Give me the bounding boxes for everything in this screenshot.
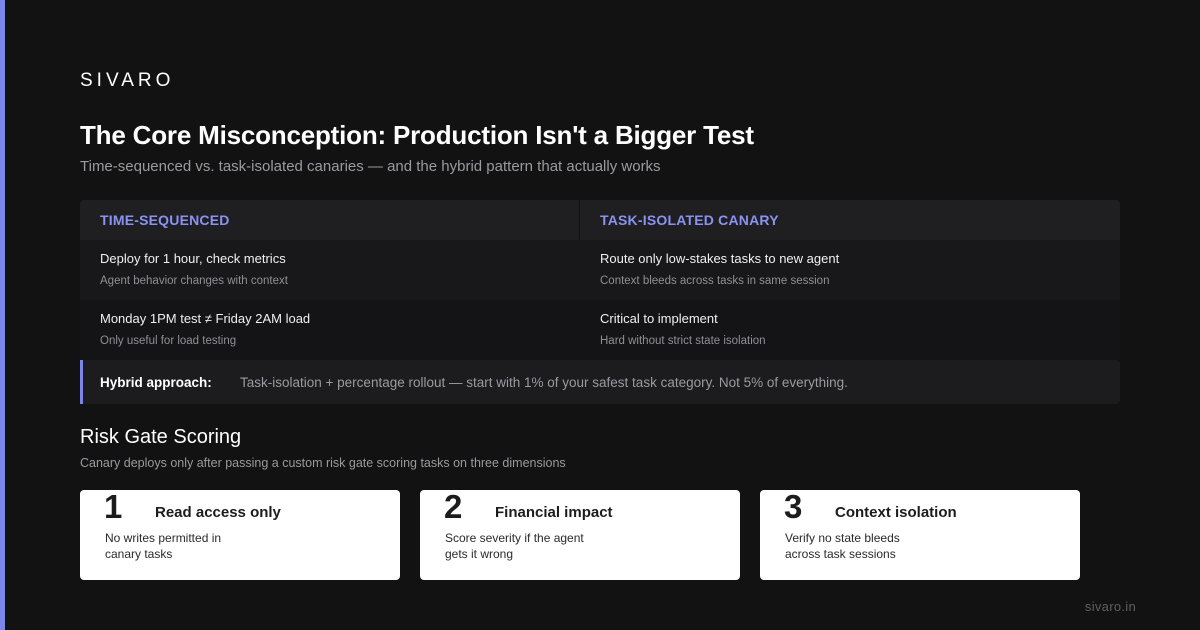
card-description: Score severity if the agent gets it wron… [445, 531, 584, 561]
card-title: Financial impact [495, 504, 613, 521]
comparison-cell: Deploy for 1 hour, check metrics Agent b… [80, 240, 580, 300]
risk-card-read-access: 1 Read access only No writes permitted i… [80, 490, 400, 580]
cell-main-text: Monday 1PM test ≠ Friday 2AM load [100, 311, 311, 326]
risk-section-subtitle: Canary deploys only after passing a cust… [80, 456, 566, 470]
header-task-isolated: TASK-ISOLATED CANARY [580, 200, 1120, 240]
comparison-header: TIME-SEQUENCED TASK-ISOLATED CANARY [80, 200, 1120, 240]
comparison-table: TIME-SEQUENCED TASK-ISOLATED CANARY Depl… [80, 200, 1120, 360]
comparison-cell: Critical to implement Hard without stric… [580, 300, 1120, 360]
cell-main-text: Deploy for 1 hour, check metrics [100, 251, 286, 266]
cell-sub-text: Only useful for load testing [100, 335, 237, 347]
hybrid-approach-callout: Hybrid approach: Task-isolation + percen… [80, 360, 1120, 404]
hybrid-text: Task-isolation + percentage rollout — st… [240, 374, 848, 390]
footer-url: sivaro.in [1084, 599, 1136, 614]
page-subtitle: Time-sequenced vs. task-isolated canarie… [80, 158, 661, 175]
cell-main-text: Critical to implement [600, 311, 718, 326]
header-time-sequenced: TIME-SEQUENCED [80, 200, 580, 240]
cell-sub-text: Context bleeds across tasks in same sess… [600, 275, 830, 287]
risk-section-title: Risk Gate Scoring [80, 426, 242, 448]
card-title: Context isolation [835, 504, 957, 521]
comparison-cell: Route only low-stakes tasks to new agent… [580, 240, 1120, 300]
comparison-cell: Monday 1PM test ≠ Friday 2AM load Only u… [80, 300, 580, 360]
card-number: 1 [104, 488, 123, 525]
page-title: The Core Misconception: Production Isn't… [80, 120, 754, 150]
comparison-row: Deploy for 1 hour, check metrics Agent b… [80, 240, 1120, 300]
left-accent-bar [0, 0, 5, 630]
cell-sub-text: Agent behavior changes with context [100, 275, 288, 287]
hybrid-label: Hybrid approach: [100, 374, 212, 390]
card-title: Read access only [155, 504, 281, 521]
brand-logo: SIVARO [80, 70, 175, 91]
card-number: 3 [784, 488, 803, 525]
risk-card-financial-impact: 2 Financial impact Score severity if the… [420, 490, 740, 580]
risk-card-context-isolation: 3 Context isolation Verify no state blee… [760, 490, 1080, 580]
card-number: 2 [444, 488, 463, 525]
cell-main-text: Route only low-stakes tasks to new agent [600, 251, 840, 266]
comparison-row: Monday 1PM test ≠ Friday 2AM load Only u… [80, 300, 1120, 360]
card-description: No writes permitted in canary tasks [105, 531, 222, 561]
cell-sub-text: Hard without strict state isolation [600, 335, 766, 347]
card-description: Verify no state bleeds across task sessi… [785, 531, 900, 561]
